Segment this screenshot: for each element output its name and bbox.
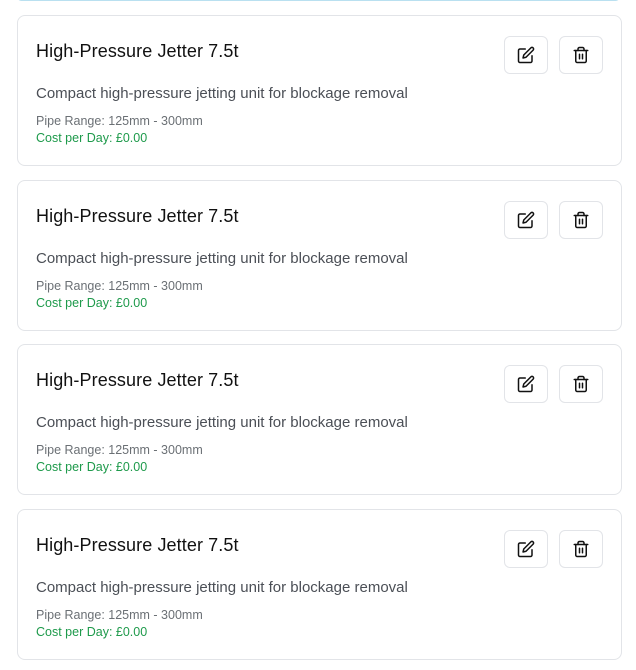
equipment-title: High-Pressure Jetter 7.5t xyxy=(36,41,239,61)
cost-per-day: Cost per Day: £0.00 xyxy=(36,625,148,639)
equipment-title: High-Pressure Jetter 7.5t xyxy=(36,370,239,390)
edit-icon xyxy=(517,540,535,558)
delete-button[interactable] xyxy=(559,365,603,403)
delete-button[interactable] xyxy=(559,530,603,568)
edit-button[interactable] xyxy=(504,530,548,568)
cost-per-day: Cost per Day: £0.00 xyxy=(36,131,148,145)
equipment-card: High-Pressure Jetter 7.5t Compact high-p… xyxy=(17,344,622,495)
equipment-description: Compact high-pressure jetting unit for b… xyxy=(36,414,408,431)
trash-icon xyxy=(573,46,589,64)
pipe-range: Pipe Range: 125mm - 300mm xyxy=(36,443,203,457)
delete-button[interactable] xyxy=(559,36,603,74)
previous-card-edge xyxy=(17,0,620,1)
edit-button[interactable] xyxy=(504,36,548,74)
equipment-title: High-Pressure Jetter 7.5t xyxy=(36,535,239,555)
equipment-list: High-Pressure Jetter 7.5t Compact high-p… xyxy=(0,0,636,670)
equipment-card: High-Pressure Jetter 7.5t Compact high-p… xyxy=(17,15,622,166)
trash-icon xyxy=(573,540,589,558)
equipment-card: High-Pressure Jetter 7.5t Compact high-p… xyxy=(17,180,622,331)
equipment-description: Compact high-pressure jetting unit for b… xyxy=(36,250,408,267)
edit-icon xyxy=(517,46,535,64)
pipe-range: Pipe Range: 125mm - 300mm xyxy=(36,608,203,622)
cost-per-day: Cost per Day: £0.00 xyxy=(36,460,148,474)
trash-icon xyxy=(573,375,589,393)
trash-icon xyxy=(573,211,589,229)
edit-icon xyxy=(517,211,535,229)
equipment-card: High-Pressure Jetter 7.5t Compact high-p… xyxy=(17,509,622,660)
pipe-range: Pipe Range: 125mm - 300mm xyxy=(36,279,203,293)
pipe-range: Pipe Range: 125mm - 300mm xyxy=(36,114,203,128)
edit-button[interactable] xyxy=(504,201,548,239)
edit-icon xyxy=(517,375,535,393)
equipment-description: Compact high-pressure jetting unit for b… xyxy=(36,85,408,102)
delete-button[interactable] xyxy=(559,201,603,239)
equipment-title: High-Pressure Jetter 7.5t xyxy=(36,206,239,226)
equipment-description: Compact high-pressure jetting unit for b… xyxy=(36,579,408,596)
edit-button[interactable] xyxy=(504,365,548,403)
cost-per-day: Cost per Day: £0.00 xyxy=(36,296,148,310)
